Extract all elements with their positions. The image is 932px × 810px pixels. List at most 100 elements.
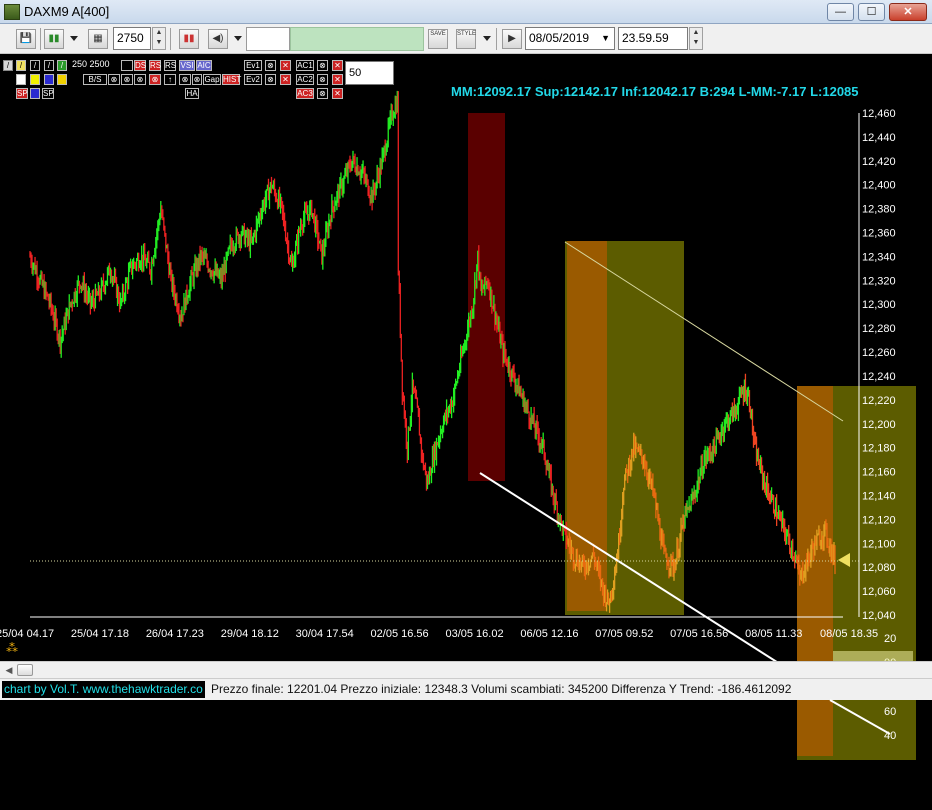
ind-label: Ev2 <box>246 75 260 84</box>
scrollbar-thumb[interactable] <box>17 664 33 676</box>
indicator-rs-2[interactable]: RS <box>164 60 176 71</box>
indicator-bs[interactable]: B/S <box>83 74 107 85</box>
close-button[interactable]: ✕ <box>889 3 927 21</box>
toolbar-separator <box>496 28 497 50</box>
y-axis-tick-label: 12,420 <box>862 156 896 168</box>
indicator-3[interactable]: ⊗ <box>134 74 146 85</box>
indicator-6[interactable]: ⊗ <box>179 74 191 85</box>
save-disk-icon[interactable]: 💾 <box>16 29 36 49</box>
sound-dropdown-arrow[interactable] <box>234 36 242 41</box>
x-axis-tick-label: 02/05 16.56 <box>371 628 429 640</box>
indicator-toggle-3[interactable]: / <box>30 60 40 71</box>
date-picker[interactable]: 08/05/2019 ▼ <box>525 27 615 50</box>
color-swatch-gold[interactable] <box>57 74 67 85</box>
x-axis-tick-label: 26/04 17.23 <box>146 628 204 640</box>
x-axis-tick-label: 29/04 18.12 <box>221 628 279 640</box>
play-icon[interactable]: ▶ <box>502 29 522 49</box>
window-title: DAXM9 A[400] <box>24 4 110 19</box>
symbol-field[interactable] <box>246 27 290 51</box>
indicator-ac3[interactable]: AC3 <box>296 88 314 99</box>
color-swatch-white[interactable] <box>16 74 26 85</box>
maximize-button[interactable]: ☐ <box>858 3 885 21</box>
time-input[interactable]: 23.59.59 <box>618 27 688 50</box>
style-button[interactable]: STYLE <box>456 29 476 49</box>
price-chart[interactable]: 12,460 12,440 12,420 12,400 12,380 12,360 12,3… <box>0 55 932 665</box>
indicator-close-ac2[interactable]: ✕ <box>332 74 343 85</box>
indicator-vsi[interactable]: VSI <box>179 60 195 71</box>
color-swatch-yellow[interactable] <box>30 74 40 85</box>
indicator-rs-1[interactable]: RS <box>149 60 161 71</box>
indicator-ac1[interactable]: AC1 <box>296 60 314 71</box>
indicator-toggle-4[interactable]: / <box>44 60 54 71</box>
period-input[interactable]: 50 <box>345 61 394 85</box>
scroll-left-icon[interactable]: ◀ <box>2 663 16 677</box>
indicator-ev2[interactable]: Ev2 <box>244 74 262 85</box>
color-swatch-navy[interactable] <box>30 88 40 99</box>
credit-label: chart by Vol.T. www.thehawktrader.co <box>2 681 205 698</box>
y-axis-tick-label: 12,240 <box>862 371 896 383</box>
indicator-4[interactable]: ⊗ <box>149 74 161 85</box>
y-axis-tick-label: 12,440 <box>862 132 896 144</box>
quantity-input[interactable]: 2750 <box>113 27 151 50</box>
y-axis-tick-label: 12,280 <box>862 323 896 335</box>
indicator-ev1[interactable]: Ev1 <box>244 60 262 71</box>
x-axis-tick-label: 08/05 11.33 <box>745 628 802 640</box>
ind-label: AC3 <box>297 89 313 98</box>
indicator-toggle-ac3[interactable]: ⊗ <box>317 88 328 99</box>
indicator-range-label: 250 2500 <box>72 59 110 69</box>
indicator-toggle-bs[interactable]: ⊗ <box>108 74 120 85</box>
style-dropdown-arrow[interactable] <box>483 36 491 41</box>
indicator-hist[interactable]: HIST <box>222 74 241 85</box>
indicator-ds[interactable]: DS <box>134 60 146 71</box>
minimize-button[interactable]: — <box>827 3 854 21</box>
ind-label: HA <box>186 89 198 98</box>
chart-type-icon[interactable]: ▮▮ <box>44 29 64 49</box>
horizontal-scrollbar[interactable]: ◀ <box>0 661 932 678</box>
indicator-gap[interactable]: Gap <box>203 74 221 85</box>
indicator-sp-2[interactable]: SP <box>42 88 54 99</box>
indicator-toggle-1[interactable]: / <box>3 60 13 71</box>
ind-label: Ev1 <box>246 61 260 70</box>
ind-label: DS <box>135 61 147 70</box>
speaker-icon[interactable]: ◀) <box>208 29 228 49</box>
indicator-5[interactable]: ↑ <box>164 74 176 85</box>
asterisk-marker: ⁂ <box>6 641 18 655</box>
save-button[interactable]: SAVE <box>428 29 448 49</box>
indicator-close-ev1[interactable]: ✕ <box>280 60 291 71</box>
indicator-ha[interactable]: HA <box>185 88 199 99</box>
time-stepper[interactable]: ▲ ▼ <box>689 27 703 50</box>
indicator-toggle-ev1[interactable]: ⊗ <box>265 60 276 71</box>
toolbar-separator <box>40 28 41 50</box>
calculator-icon[interactable]: ▦ <box>88 29 108 49</box>
indicator-close-ev2[interactable]: ✕ <box>280 74 291 85</box>
x-axis-tick-label: 25/04 04.17 <box>0 628 54 640</box>
y-axis-tick-label: 12,060 <box>862 586 896 598</box>
candles-icon[interactable]: ▮▮ <box>179 29 199 49</box>
indicator-2[interactable]: ⊗ <box>121 74 133 85</box>
y-axis-tick-label: 12,380 <box>862 204 896 216</box>
indicator-1[interactable] <box>121 60 133 71</box>
color-swatch-blue[interactable] <box>44 74 54 85</box>
x-axis-tick-label: 03/05 16.02 <box>445 628 503 640</box>
indicator-toggle-ac1[interactable]: ⊗ <box>317 60 328 71</box>
chart-type-dropdown-arrow[interactable] <box>70 36 78 41</box>
status-text: Prezzo finale: 12201.04 Prezzo iniziale:… <box>211 682 792 696</box>
indicator-sp-1[interactable]: SP <box>16 88 28 99</box>
indicator-aic[interactable]: AIC <box>196 60 212 71</box>
indicator-7[interactable]: ⊗ <box>192 74 202 85</box>
chevron-down-icon[interactable]: ▼ <box>601 28 610 49</box>
ind-label: SP <box>17 89 28 98</box>
red-zone <box>468 113 505 481</box>
quantity-stepper[interactable]: ▲ ▼ <box>152 27 166 50</box>
indicator-close-ac3[interactable]: ✕ <box>332 88 343 99</box>
indicator-toggle-5[interactable]: / <box>57 60 67 71</box>
indicator-toggle-2[interactable]: / <box>16 60 26 71</box>
ind-label: VSI <box>180 61 194 70</box>
y-axis-tick-label: 12,120 <box>862 514 896 526</box>
title-bar: DAXM9 A[400] — ☐ ✕ <box>0 0 932 24</box>
toolbar: 💾 ▮▮ ▦ 2750 ▲ ▼ ▮▮ ◀) SAVE STYLE ▶ 08/05/… <box>0 24 932 54</box>
indicator-ac2[interactable]: AC2 <box>296 74 314 85</box>
indicator-toggle-ac2[interactable]: ⊗ <box>317 74 328 85</box>
indicator-toggle-ev2[interactable]: ⊗ <box>265 74 276 85</box>
indicator-close-ac1[interactable]: ✕ <box>332 60 343 71</box>
